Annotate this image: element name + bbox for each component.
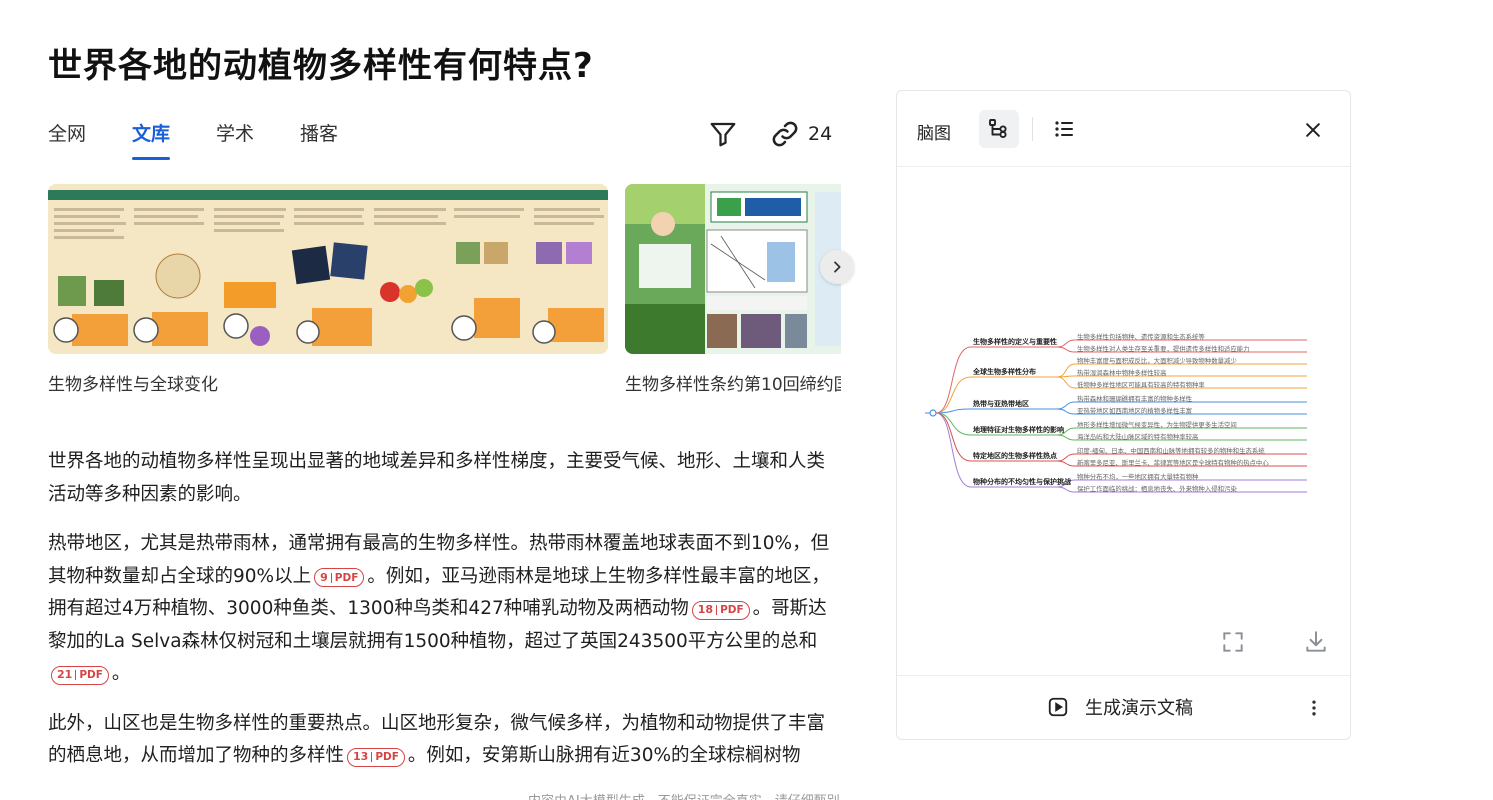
- tab-library[interactable]: 文库: [132, 112, 171, 160]
- mindmap-leaf[interactable]: 物种分布不均，一些地区拥有大量特有物种: [1077, 472, 1198, 481]
- doc-card-caption: 生物多样性条约第10回缔约国: [625, 375, 841, 395]
- chevron-right-icon: [834, 261, 841, 273]
- panel-footer: 生成演示文稿: [897, 675, 1350, 739]
- doc-thumbnail: [625, 184, 841, 354]
- mindmap-node[interactable]: 热带与亚热带地区: [973, 399, 1029, 409]
- fullscreen-button[interactable]: [1216, 625, 1250, 659]
- mindmap-node[interactable]: 地理特征对生物多样性的影响: [973, 425, 1064, 435]
- doc-card-biodiversity-global-change[interactable]: 生物多样性与全球变化: [48, 184, 608, 395]
- filter-button[interactable]: [708, 119, 738, 149]
- mindmap-leaf[interactable]: 物种丰富度与面积成反比，大面积减少导致物种数量减少: [1077, 356, 1237, 365]
- ai-disclaimer: 内容由AI大模型生成，不能保证完全真实，请仔细甄别: [528, 790, 840, 800]
- mindmap-node[interactable]: 全球生物多样性分布: [973, 367, 1036, 377]
- source-tabs: 全网 文库 学术 播客: [48, 112, 384, 168]
- filter-icon: [710, 122, 736, 147]
- mindmap-node[interactable]: 生物多样性的定义与重要性: [973, 337, 1057, 347]
- link-icon: [772, 121, 798, 147]
- citation-badge[interactable]: 18 PDF: [691, 600, 750, 620]
- outline-view-button[interactable]: [1044, 110, 1084, 148]
- fullscreen-icon: [1223, 632, 1243, 652]
- mindmap-node[interactable]: 特定地区的生物多样性热点: [973, 451, 1057, 461]
- paragraph-tropics: 热带地区，尤其是热带雨林，通常拥有最高的生物多样性。热带雨林覆盖地球表面不到10…: [48, 533, 830, 685]
- carousel-next-button[interactable]: [820, 250, 854, 284]
- mindmap-leaf[interactable]: 热带森林和珊瑚礁拥有丰富的物种多样性: [1077, 394, 1192, 403]
- view-divider: [1032, 117, 1033, 141]
- citation-badge[interactable]: 13 PDF: [347, 747, 405, 767]
- close-panel-button[interactable]: [1298, 115, 1328, 145]
- doc-thumbnail: [48, 184, 608, 354]
- panel-title: 脑图: [917, 124, 951, 144]
- citation-badge[interactable]: 21 PDF: [51, 665, 109, 685]
- paragraph-mountains: 此外，山区也是生物多样性的重要热点。山区地形复杂，微气候多样，为植物和动物提供了…: [48, 712, 826, 767]
- mindmap-leaf[interactable]: 生物多样性包括物种、遗传资源和生态系统等: [1077, 332, 1205, 341]
- mindmap-leaf[interactable]: 海洋岛屿和大陆山脉区域的特有物种率较高: [1077, 432, 1198, 441]
- doc-card-cop10[interactable]: 生物多样性条约第10回缔约国: [625, 184, 841, 395]
- close-icon: [1306, 123, 1320, 137]
- page-title: 世界各地的动植物多样性有何特点?: [48, 46, 594, 86]
- more-options-button[interactable]: [1300, 694, 1328, 722]
- mindmap-icon: [989, 119, 1007, 139]
- link-count: 24: [808, 123, 833, 145]
- mindmap-panel: 脑图 生物多样性的定义与重要性 生物多样性包括物种、遗传资源和生态系统等 生物多样性…: [896, 90, 1351, 740]
- generate-presentation-button[interactable]: 生成演示文稿: [1047, 694, 1193, 720]
- mindmap-leaf[interactable]: 亚热带地区如西南地区的植物多样性丰富: [1077, 406, 1192, 415]
- more-vertical-icon: [1312, 700, 1316, 716]
- mindmap-leaf[interactable]: 印度-缅甸、日本、中国西南和山脉等地拥有较多的物种和生态系统: [1077, 446, 1265, 455]
- mindmap-leaf[interactable]: 热带湿润森林中物种多样性较高: [1077, 368, 1166, 377]
- mindmap-leaf[interactable]: 保护工作面临的挑战：栖息地丧失、外来物种入侵和污染: [1077, 484, 1237, 493]
- panel-header: 脑图: [897, 91, 1350, 167]
- tab-academic[interactable]: 学术: [216, 112, 254, 160]
- tab-podcast[interactable]: 播客: [300, 112, 338, 160]
- links-button[interactable]: 24: [770, 119, 832, 149]
- generate-presentation-label: 生成演示文稿: [1085, 698, 1193, 719]
- mindmap-leaf[interactable]: 低物种多样性地区可能具有较高的特有物种率: [1077, 380, 1205, 389]
- doc-card-caption: 生物多样性与全球变化: [48, 375, 218, 395]
- paragraph-intro: 世界各地的动植物多样性呈现出显著的地域差异和多样性梯度，主要受气候、地形、土壤和…: [48, 451, 826, 505]
- mindmap-view-button[interactable]: [979, 110, 1019, 148]
- mindmap-leaf[interactable]: 地形多样性增加微气候变异性，为生物提供更多生活空间: [1077, 420, 1237, 429]
- mindmap-canvas[interactable]: 生物多样性的定义与重要性 生物多样性包括物种、遗传资源和生态系统等生物多样性对人类…: [897, 167, 1350, 677]
- mindmap-leaf[interactable]: 生物多样性对人类生存至关重要，提供遗传多样性和适应能力: [1077, 344, 1250, 353]
- download-button[interactable]: [1299, 625, 1333, 659]
- tab-web[interactable]: 全网: [48, 112, 86, 160]
- download-icon: [1306, 631, 1326, 652]
- result-tools: 24: [708, 116, 832, 152]
- mindmap-leaf[interactable]: 新喀里多尼亚、斯里兰卡、菲律宾等地区是全球特有物种的热点中心: [1077, 458, 1269, 467]
- mindmap-node[interactable]: 物种分布的不均匀性与保护挑战: [973, 477, 1071, 487]
- play-icon: [1048, 697, 1068, 717]
- answer-article: 世界各地的动植物多样性呈现出显著的地域差异和多样性梯度，主要受气候、地形、土壤和…: [48, 446, 838, 790]
- list-icon: [1055, 121, 1073, 137]
- citation-badge[interactable]: 9 PDF: [314, 568, 365, 588]
